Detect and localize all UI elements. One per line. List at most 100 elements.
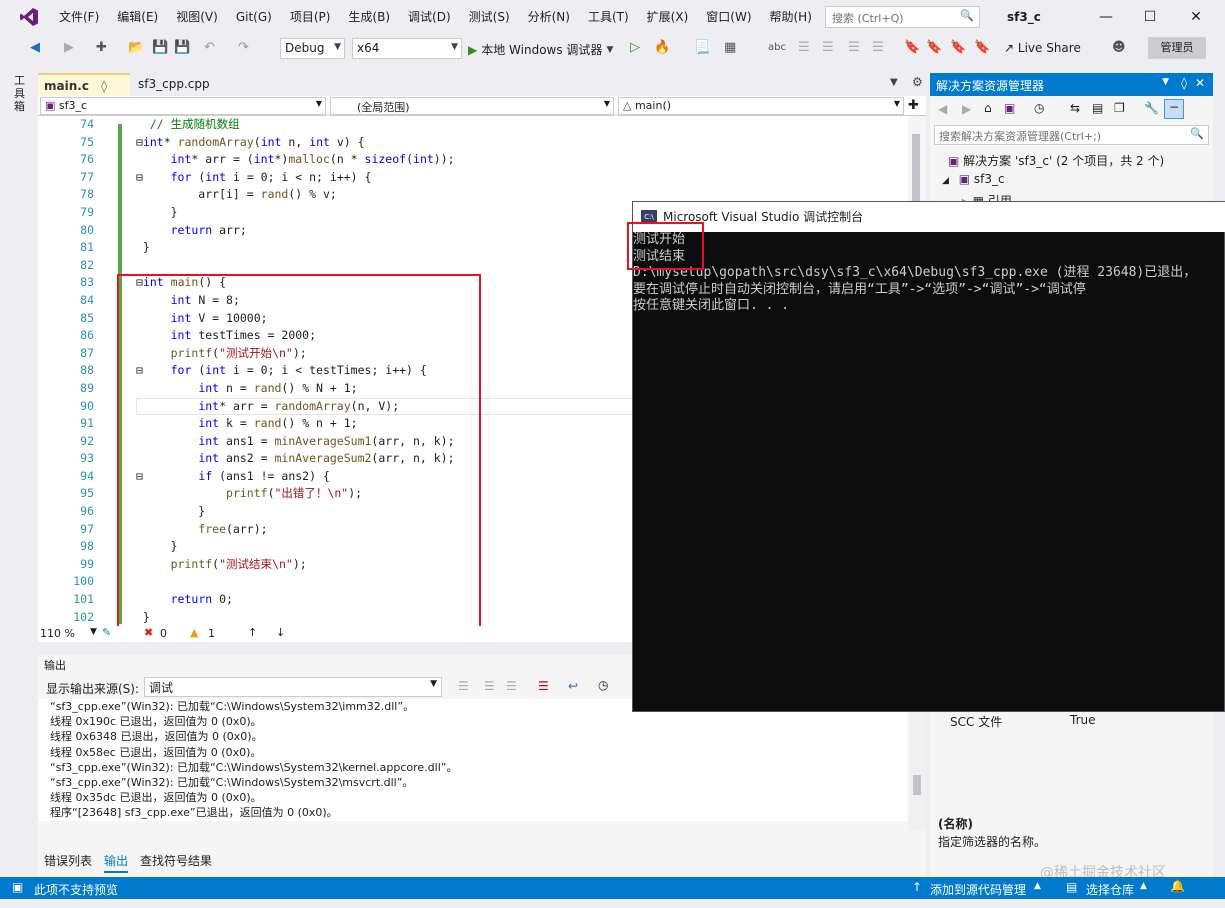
browse-icon[interactable]: 📃 (694, 40, 710, 56)
align-left-icon[interactable]: ☰ (798, 40, 810, 56)
open-folder-icon[interactable]: 📂 (128, 40, 144, 56)
hot-reload-icon[interactable]: 🔥 (654, 40, 670, 56)
show-all-files-icon[interactable]: ❐ (1114, 101, 1125, 115)
menu-tools[interactable]: 工具(T) (579, 0, 638, 34)
member-dropdown[interactable]: △ main() ▼ (618, 97, 904, 115)
select-repository-button[interactable]: 选择仓库 (1086, 881, 1134, 898)
new-project-icon[interactable]: ✚ (96, 40, 107, 56)
pending-changes-icon[interactable]: ◷ (1034, 101, 1044, 115)
output-source-dropdown[interactable]: 调试 ▼ (144, 677, 442, 697)
notification-bell-icon[interactable]: 🔔 (1170, 879, 1185, 893)
format-icon[interactable]: ☰ (872, 40, 884, 56)
project-dropdown[interactable]: ▣ sf3_c ▼ (40, 97, 326, 115)
menu-extensions[interactable]: 扩展(X) (638, 0, 698, 34)
chevron-down-icon[interactable]: ▼ (90, 627, 97, 637)
menu-analyze[interactable]: 分析(N) (519, 0, 579, 34)
prev-message-icon[interactable]: ☰ (484, 679, 495, 693)
prev-bookmark-icon[interactable]: 🔖 (926, 40, 942, 56)
menu-window[interactable]: 窗口(W) (697, 0, 760, 34)
configuration-dropdown[interactable]: Debug ▼ (280, 38, 345, 59)
properties-wrench-icon[interactable]: 🔧 (1144, 101, 1159, 115)
tab-find-symbol-results[interactable]: 查找符号结果 (140, 851, 212, 871)
start-without-debugging-icon[interactable]: ▷ (630, 40, 640, 56)
tab-list-icon[interactable]: ▼ (890, 77, 898, 88)
output-text-area[interactable]: “sf3_cpp.exe”(Win32): 已加载“C:\Windows\Sys… (38, 699, 908, 821)
menu-help[interactable]: 帮助(H) (761, 0, 821, 34)
back-icon[interactable]: ◀ (938, 102, 947, 116)
clock-icon[interactable]: ◷ (598, 678, 608, 692)
live-share-button[interactable]: ↗ Live Share (1004, 41, 1081, 55)
error-icon[interactable]: ✖ (144, 626, 153, 639)
tab-sf3-cpp[interactable]: sf3_cpp.cpp (132, 73, 232, 96)
console-output[interactable]: 测试开始 测试结束 D:\mysetup\gopath\src\dsy\sf3_… (633, 232, 1225, 712)
tree-item-solution[interactable]: ▣ 解决方案 'sf3_c' (2 个项目，共 2 个) (948, 152, 1164, 169)
debug-console-window[interactable]: Microsoft Visual Studio 调试控制台 C:\ 测试开始 测… (632, 201, 1225, 712)
tree-item-project[interactable]: ◢ ▣ sf3_c (942, 172, 1005, 186)
solution-search-input[interactable]: 搜索解决方案资源管理器(Ctrl+;) 🔍 (934, 125, 1209, 145)
pin-icon[interactable]: ◊ (1181, 76, 1187, 90)
gear-icon[interactable]: ⚙ (912, 75, 923, 89)
add-to-source-control-button[interactable]: 添加到源代码管理 (930, 881, 1026, 898)
redo-icon[interactable]: ↷ (238, 40, 249, 56)
comment-icon[interactable]: ☰ (822, 40, 834, 56)
clear-bookmarks-icon[interactable]: 🔖 (974, 40, 990, 56)
forward-icon[interactable]: ▶ (64, 40, 74, 56)
clear-all-icon[interactable]: ☰ (538, 679, 549, 693)
scope-dropdown[interactable]: (全局范围) ▼ (330, 97, 614, 115)
menu-build[interactable]: 生成(B) (339, 0, 399, 34)
undo-icon[interactable]: ↶ (204, 40, 215, 56)
zoom-level[interactable]: 110 % (40, 627, 75, 640)
output-scrollbar[interactable] (908, 699, 926, 831)
word-wrap-icon[interactable]: ↩ (568, 679, 578, 693)
menu-test[interactable]: 测试(S) (460, 0, 519, 34)
split-editor-icon[interactable]: ✚ (908, 98, 919, 113)
menu-project[interactable]: 项目(P) (281, 0, 340, 34)
spell-check-icon[interactable]: abc (768, 40, 786, 56)
next-bookmark-icon[interactable]: 🔖 (950, 40, 966, 56)
tab-output[interactable]: 输出 (104, 851, 129, 873)
arrow-down-icon[interactable]: ↓ (276, 626, 285, 639)
preview-selected-icon[interactable]: − (1164, 99, 1184, 119)
property-value[interactable]: True (1070, 713, 1096, 727)
menu-edit[interactable]: 编辑(E) (108, 0, 167, 34)
platform-dropdown[interactable]: x64 ▼ (352, 38, 462, 59)
toolbox-tab[interactable]: 工具箱 (14, 74, 28, 113)
start-debugger-button[interactable]: ▶ 本地 Windows 调试器 ▼ (468, 41, 613, 58)
feedback-icon[interactable]: ☻ (1112, 40, 1126, 56)
chevron-down-icon[interactable]: ▼ (1162, 77, 1169, 87)
uncomment-icon[interactable]: ☰ (848, 40, 860, 56)
back-icon[interactable]: ◀ (30, 40, 40, 56)
pin-icon[interactable]: ◊ (101, 79, 107, 93)
menu-git[interactable]: Git(G) (227, 0, 281, 34)
chevron-up-icon[interactable]: ▲ (1140, 881, 1147, 891)
menu-file[interactable]: 文件(F) (50, 0, 108, 34)
sync-icon[interactable]: ⇆ (1070, 101, 1080, 115)
save-all-icon[interactable]: 💾 (174, 40, 190, 56)
minimize-button[interactable]: — (1096, 8, 1116, 26)
close-button[interactable]: ✕ (1186, 8, 1206, 26)
chevron-up-icon[interactable]: ▲ (1034, 881, 1041, 891)
expand-arrow-icon[interactable]: ◢ (942, 176, 949, 186)
maximize-button[interactable]: ☐ (1140, 8, 1160, 26)
forward-icon[interactable]: ▶ (962, 102, 971, 116)
search-input[interactable]: 搜索 (Ctrl+Q) 🔍 (825, 6, 980, 28)
tab-error-list[interactable]: 错误列表 (44, 851, 92, 871)
switch-views-icon[interactable]: ▣ (1004, 101, 1015, 115)
tab-label: sf3_cpp.cpp (138, 77, 210, 91)
code-cleanup-icon[interactable]: ✎ (102, 626, 111, 639)
find-message-icon[interactable]: ☰ (458, 679, 469, 693)
bookmark-icon[interactable]: 🔖 (904, 40, 920, 56)
next-message-icon[interactable]: ☰ (506, 679, 517, 693)
menu-view[interactable]: 视图(V) (167, 0, 227, 34)
menu-debug[interactable]: 调试(D) (399, 0, 460, 34)
tab-main-c[interactable]: main.c ◊ ✕ (38, 73, 130, 107)
save-icon[interactable]: 💾 (152, 40, 168, 56)
close-icon[interactable]: ✕ (1195, 76, 1205, 90)
arrow-up-icon[interactable]: ↑ (248, 626, 257, 639)
collapse-all-icon[interactable]: ▤ (1092, 101, 1103, 115)
console-title-bar[interactable]: Microsoft Visual Studio 调试控制台 (633, 202, 1225, 232)
layout-icon[interactable]: ▦ (724, 40, 736, 56)
warning-icon[interactable]: ▲ (190, 626, 198, 639)
home-icon[interactable]: ⌂ (984, 101, 992, 115)
scrollbar-thumb[interactable] (913, 775, 921, 795)
